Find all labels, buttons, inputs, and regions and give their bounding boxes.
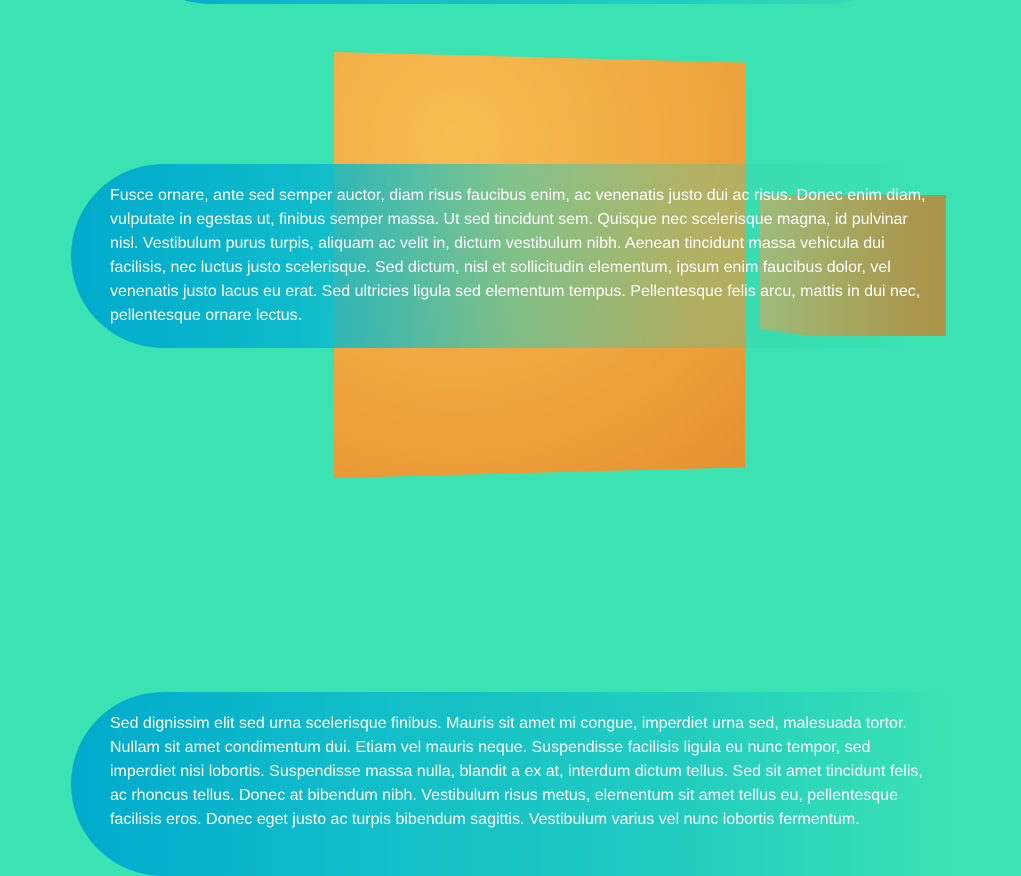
text-block-1: Fusce ornare, ante sed semper auctor, di… [71,164,951,348]
text-block-2: Sed dignissim elit sed urna scelerisque … [71,692,951,876]
text-block-1-paragraph: Fusce ornare, ante sed semper auctor, di… [110,187,926,324]
top-banner [120,0,920,4]
text-block-2-paragraph: Sed dignissim elit sed urna scelerisque … [110,715,923,828]
